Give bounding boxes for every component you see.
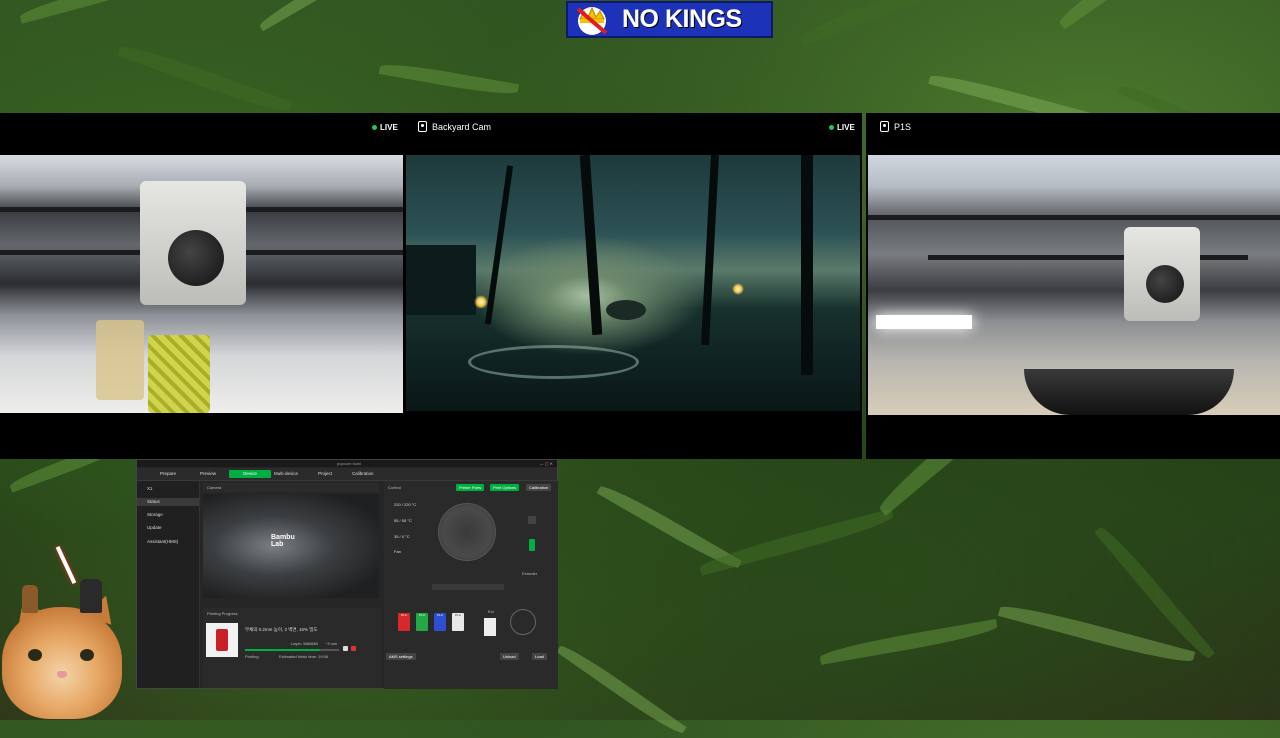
sidebar-item-update[interactable]: Update — [147, 525, 162, 530]
tab-multi-device[interactable]: Multi-device — [269, 470, 303, 478]
p1s-camera-view — [868, 155, 1280, 415]
model-thumbnail — [206, 623, 238, 657]
camera-icon — [880, 121, 889, 132]
tab-prepare[interactable]: Prepare — [155, 470, 181, 478]
axis-jog-pad[interactable] — [438, 503, 496, 561]
progress-label: Printing Progress — [207, 611, 238, 616]
window-controls[interactable]: — ▢ ✕ — [540, 461, 553, 466]
camera-header: Camera — [203, 483, 379, 492]
title-bar: popcorn bowl — ▢ ✕ — [137, 460, 557, 467]
estimated-finish: Estimated finish time: 19:06 — [279, 654, 329, 659]
camera-title: Backyard Cam — [432, 122, 492, 132]
camera-strip: LIVE Backyard Cam LIVE P1S — [0, 113, 1280, 459]
job-status: Printing — [245, 654, 259, 659]
backyard-camera-view — [406, 155, 860, 411]
crown-icon — [572, 3, 612, 36]
bambu-studio-window: popcorn bowl — ▢ ✕ Prepare Preview Devic… — [136, 459, 558, 689]
stop-button[interactable] — [351, 646, 356, 651]
live-indicator: LIVE — [372, 123, 398, 132]
ams-slot-1[interactable]: PLA — [398, 613, 410, 631]
z-up-button[interactable] — [528, 516, 536, 524]
load-button[interactable]: Load — [532, 653, 547, 660]
pause-button[interactable] — [343, 646, 348, 651]
extruder-label: Extruder — [522, 571, 538, 576]
external-spool[interactable] — [484, 618, 496, 636]
ext-label: Ext — [488, 609, 494, 614]
cat-overlay — [0, 546, 132, 720]
control-label: Control — [388, 485, 401, 490]
ams-hub-icon — [510, 609, 536, 635]
ams-slot-2[interactable]: PLA — [416, 613, 428, 631]
vader-figure — [80, 579, 102, 613]
ams-settings-button[interactable]: AMS settings — [386, 653, 416, 660]
camera-panel-backyard: Backyard Cam LIVE — [404, 113, 862, 459]
printer-camera-view — [0, 155, 403, 413]
banner-text: NO KINGS — [622, 5, 742, 33]
camera-title: P1S — [894, 122, 912, 132]
tab-calibration[interactable]: Calibration — [347, 470, 379, 478]
print-options-button[interactable]: Print Options — [490, 484, 520, 491]
sidebar-item-storage[interactable]: Storage — [147, 512, 163, 517]
sidebar-item-assistant[interactable]: Assistant(HMS) — [147, 539, 178, 544]
live-indicator: LIVE — [829, 123, 855, 132]
cat-face — [2, 607, 122, 719]
camera-panel-p1s: P1S — [866, 113, 1280, 459]
layer-text: Layer: 588/688 — [291, 641, 318, 646]
camera-icon — [418, 121, 427, 132]
unload-button[interactable]: Unload — [500, 653, 519, 660]
camera-label: Camera — [207, 485, 222, 490]
tab-device[interactable]: Device — [229, 470, 271, 478]
ewok-figure — [22, 585, 38, 613]
fan-label: Fan — [394, 549, 401, 554]
extruder-indicator — [529, 539, 535, 551]
main-tabs: Prepare Preview Device Multi-device Proj… — [137, 468, 557, 481]
bambu-lab-logo: Bambu Lab — [271, 534, 295, 548]
device-sidebar: X1 Status Storage Update Assistant(HMS) — [137, 481, 200, 688]
progress-bar — [245, 649, 339, 651]
window-title: popcorn bowl — [337, 461, 361, 466]
chamber-temp[interactable]: 35 / 0 °C — [394, 534, 410, 539]
job-name: 부채의 0.2mm 높이, 2 벽면, 15% 밀도 — [245, 627, 318, 632]
lightsaber — [55, 546, 77, 584]
printer-live-view: Bambu Lab — [203, 494, 379, 598]
printer-selector[interactable]: X1 — [147, 486, 153, 491]
printing-progress-panel: Printing Progress 부채의 0.2mm 높이, 2 벽면, 15… — [203, 608, 381, 688]
bed-temp[interactable]: 55 / 55 °C — [394, 518, 412, 523]
printer-parts-button[interactable]: Printer Parts — [456, 484, 485, 491]
camera-panel-1: LIVE — [0, 113, 404, 459]
tab-project[interactable]: Project — [313, 470, 337, 478]
sidebar-item-status[interactable]: Status — [137, 498, 199, 506]
no-kings-banner: NO KINGS — [566, 1, 773, 38]
ams-tabs[interactable] — [432, 584, 504, 590]
calibration-button[interactable]: Calibration — [526, 484, 552, 491]
ams-slot-4[interactable]: PLA — [452, 613, 464, 631]
nozzle-temp[interactable]: 220 / 220 °C — [394, 502, 416, 507]
time-remaining: ~3 min — [325, 641, 338, 646]
tab-preview[interactable]: Preview — [195, 470, 221, 478]
control-panel: Control Printer Parts Print Options Cali… — [384, 481, 558, 689]
ams-slot-3[interactable]: PLA — [434, 613, 446, 631]
